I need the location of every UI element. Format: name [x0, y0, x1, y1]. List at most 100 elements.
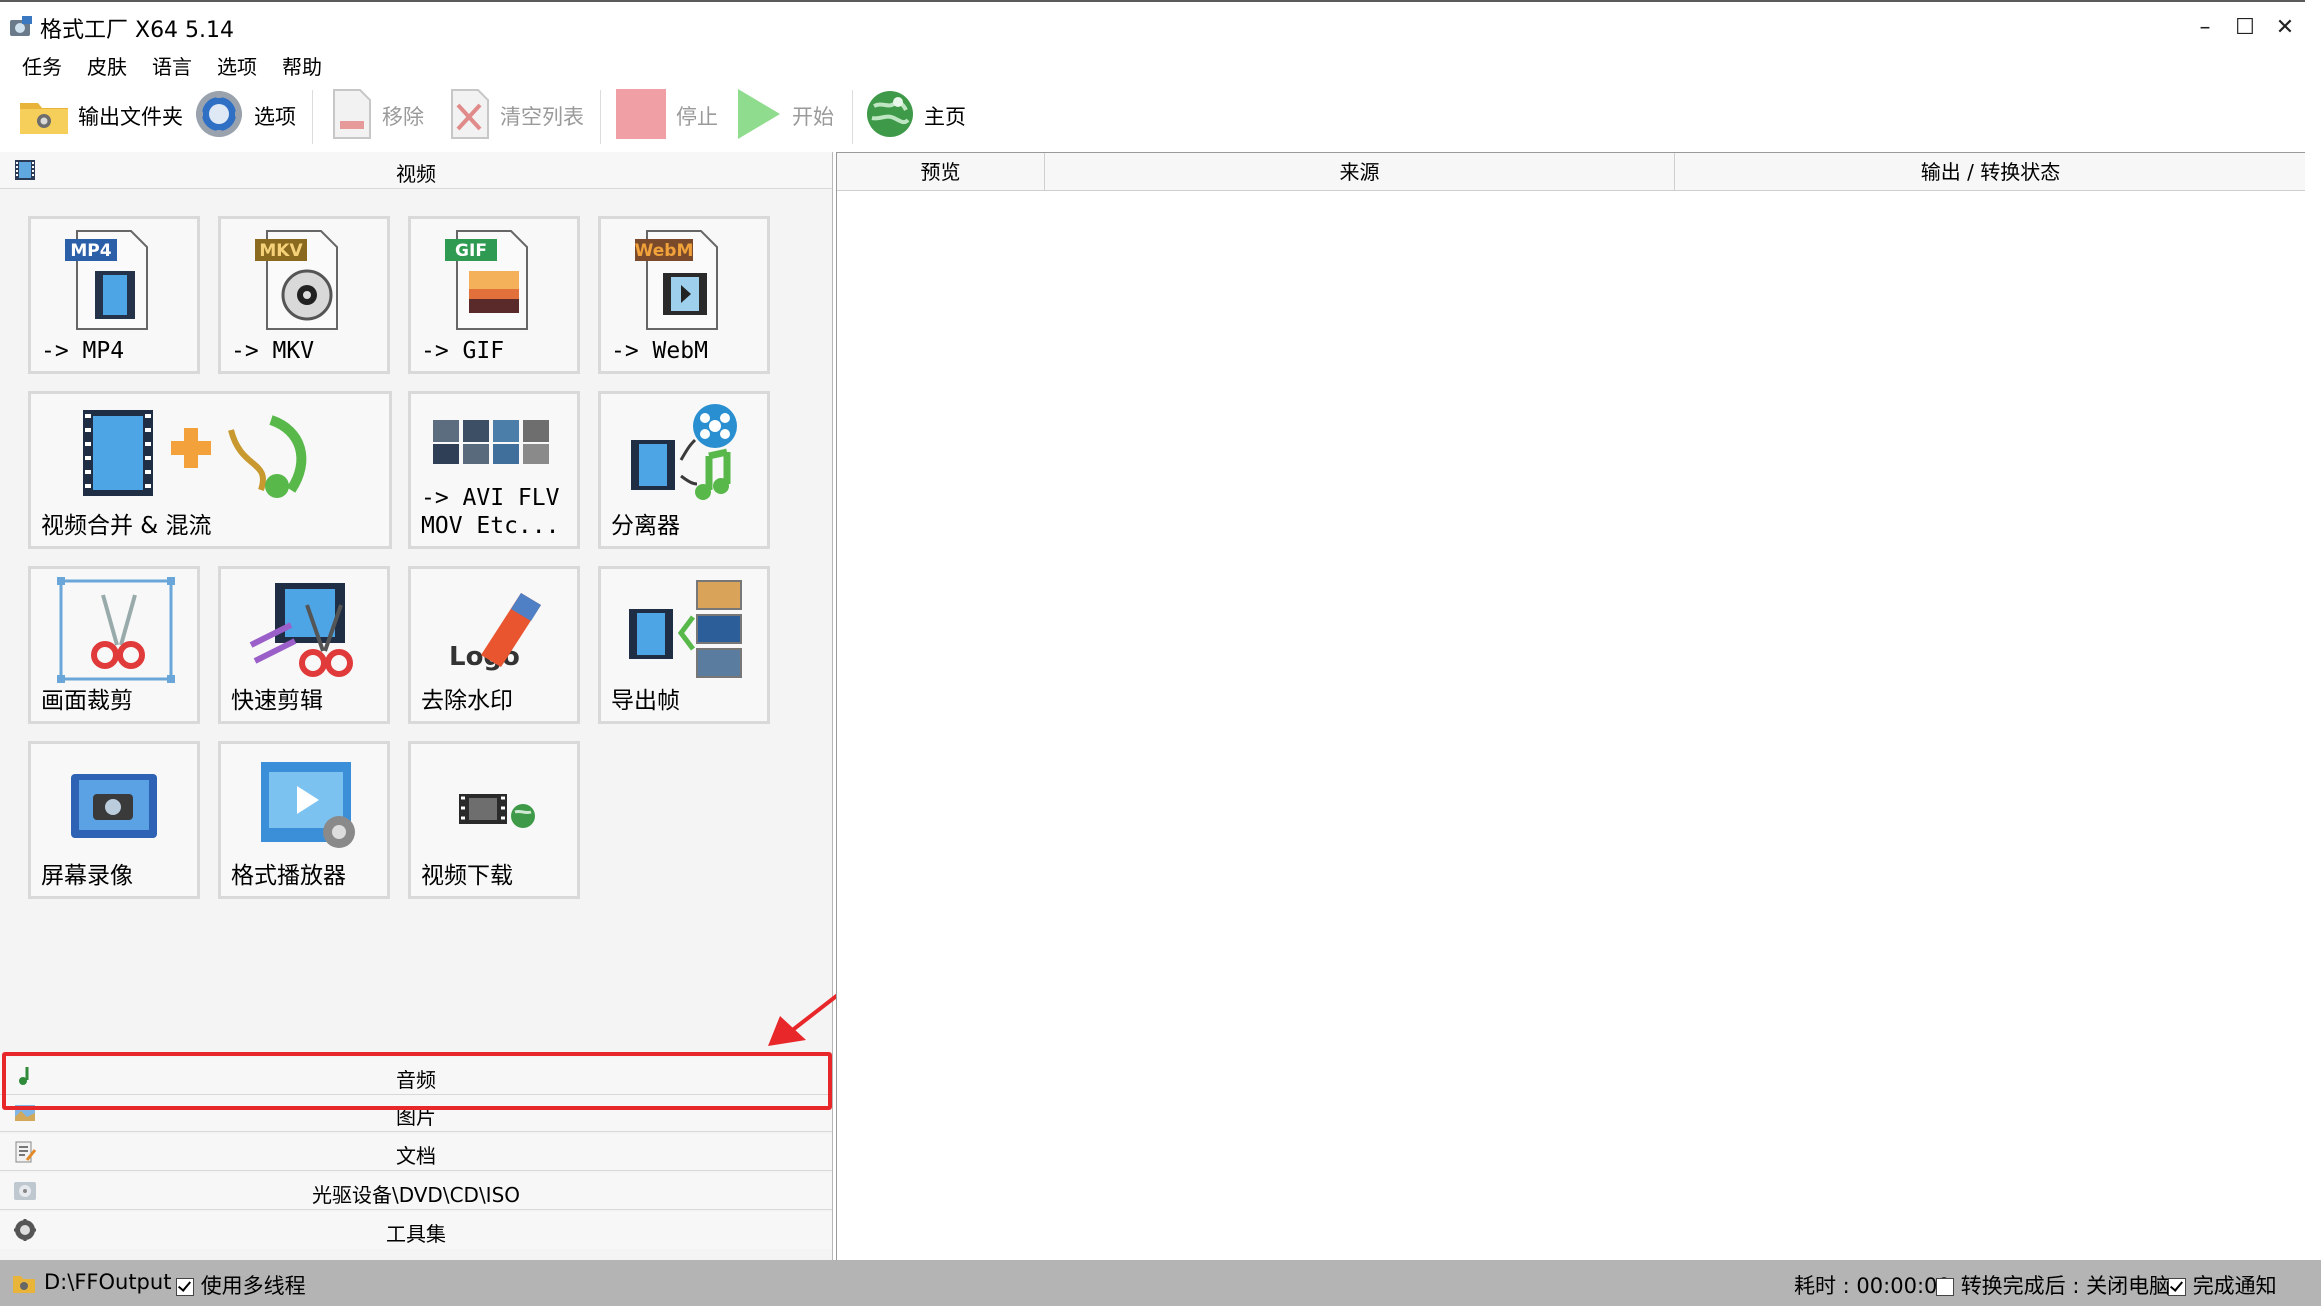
tile-label: 导出帧 [611, 688, 680, 714]
mkv-file-icon: MKV [221, 225, 387, 335]
svg-text:MP4: MP4 [70, 241, 111, 261]
elapsed-time: 耗时 : 00:00:00 [1794, 1274, 1951, 1298]
column-output-status[interactable]: 输出 / 转换状态 [1675, 153, 2306, 191]
tile-quick-clip[interactable]: 快速剪辑 [218, 566, 390, 724]
remove-label: 移除 [382, 105, 424, 129]
category-tools[interactable]: 工具集 [0, 1212, 832, 1249]
checkbox-checked[interactable] [2168, 1278, 2186, 1296]
remove-file-icon [330, 87, 374, 146]
window-title: 格式工厂 X64 5.14 [40, 18, 235, 43]
tile-remove-watermark[interactable]: Logo 去除水印 [408, 566, 580, 724]
menu-task[interactable]: 任务 [22, 52, 62, 82]
column-source[interactable]: 来源 [1045, 153, 1675, 191]
tile-export-frames[interactable]: 导出帧 [598, 566, 770, 724]
checkbox-unchecked[interactable] [1936, 1278, 1954, 1296]
stop-icon [614, 87, 668, 146]
annotation-highlight-box [2, 1052, 832, 1110]
app-icon [8, 14, 34, 40]
tile-screen-record[interactable]: 屏幕录像 [28, 741, 200, 899]
toolbar: 输出文件夹 选项 移除 清空列表 停止 开始 主页 [0, 82, 2321, 150]
category-document[interactable]: 文档 [0, 1134, 832, 1171]
quick-clip-icon [221, 575, 387, 685]
minimize-button[interactable]: – [2185, 12, 2225, 44]
checkbox-checked[interactable] [176, 1278, 194, 1296]
remove-button[interactable]: 移除 [330, 82, 424, 150]
video-download-icon [411, 750, 577, 860]
tile-other-formats[interactable]: -> AVI FLV MOV Etc... [408, 391, 580, 549]
tile-label: 视频下载 [421, 863, 513, 889]
svg-text:GIF: GIF [455, 241, 487, 261]
tile-demuxer[interactable]: 分离器 [598, 391, 770, 549]
tile-to-mkv[interactable]: MKV -> MKV [218, 216, 390, 374]
menu-options[interactable]: 选项 [217, 52, 257, 82]
mp4-file-icon: MP4 [31, 225, 197, 335]
crop-icon [31, 575, 197, 685]
after-convert-label: 转换完成后 : 关闭电脑 [1960, 1274, 2171, 1298]
clear-list-icon [448, 87, 492, 146]
column-preview[interactable]: 预览 [837, 153, 1045, 191]
close-button[interactable]: ✕ [2265, 12, 2305, 44]
tile-to-mp4[interactable]: MP4 -> MP4 [28, 216, 200, 374]
tile-crop[interactable]: 画面裁剪 [28, 566, 200, 724]
remove-watermark-icon: Logo [411, 575, 577, 685]
play-icon [734, 87, 784, 146]
webm-file-icon: WebM [601, 225, 767, 335]
menu-skin[interactable]: 皮肤 [87, 52, 127, 82]
start-label: 开始 [792, 105, 834, 129]
export-frames-icon [601, 575, 767, 685]
task-list-panel[interactable]: 预览 来源 输出 / 转换状态 [836, 152, 2306, 1261]
clear-list-button[interactable]: 清空列表 [448, 82, 584, 150]
toolbar-divider [852, 90, 853, 144]
gif-file-icon: GIF [411, 225, 577, 335]
category-tools-label: 工具集 [386, 1222, 446, 1246]
after-convert-checkbox[interactable]: 转换完成后 : 关闭电脑 [1936, 1270, 2170, 1300]
tile-label: 快速剪辑 [231, 688, 323, 714]
tile-label: -> WebM [611, 338, 708, 364]
menu-language[interactable]: 语言 [152, 52, 192, 82]
tile-merge-mux[interactable]: 视频合并 & 混流 [28, 391, 392, 549]
status-bar: D:\FFOutput 使用多线程 耗时 : 00:00:00 转换完成后 : … [0, 1260, 2321, 1306]
notify-label: 完成通知 [2192, 1274, 2277, 1298]
tile-player[interactable]: 格式播放器 [218, 741, 390, 899]
toolbar-divider [600, 90, 601, 144]
multithread-checkbox[interactable]: 使用多线程 [176, 1270, 306, 1300]
globe-icon [864, 88, 916, 145]
tile-label: -> MKV [231, 338, 315, 364]
folder-icon [18, 91, 70, 142]
tile-label: 分离器 [611, 513, 680, 539]
home-button[interactable]: 主页 [864, 82, 966, 150]
tile-label: 画面裁剪 [41, 688, 133, 714]
tile-label: 屏幕录像 [41, 863, 133, 889]
menu-help[interactable]: 帮助 [282, 52, 322, 82]
category-document-label: 文档 [396, 1144, 436, 1168]
stop-button[interactable]: 停止 [614, 82, 718, 150]
tile-to-webm[interactable]: WebM -> WebM [598, 216, 770, 374]
category-video[interactable]: 视频 [0, 152, 832, 189]
tile-label: -> GIF [421, 338, 505, 364]
tile-label: 视频合并 & 混流 [41, 513, 212, 539]
maximize-button[interactable]: ☐ [2225, 12, 2265, 44]
svg-text:MKV: MKV [259, 241, 303, 261]
tile-video-download[interactable]: 视频下载 [408, 741, 580, 899]
home-label: 主页 [924, 105, 966, 129]
notify-checkbox[interactable]: 完成通知 [2168, 1270, 2277, 1300]
category-optical-label: 光驱设备\DVD\CD\ISO [311, 1183, 521, 1207]
output-folder-icon [12, 1272, 36, 1298]
output-folder-label: 输出文件夹 [78, 105, 183, 129]
tile-label: 去除水印 [421, 688, 513, 714]
toolbar-divider [312, 90, 313, 144]
tile-to-gif[interactable]: GIF -> GIF [408, 216, 580, 374]
window-edge [2305, 0, 2321, 1306]
output-path[interactable]: D:\FFOutput [44, 1270, 171, 1294]
start-button[interactable]: 开始 [734, 82, 834, 150]
player-icon [221, 750, 387, 860]
stop-label: 停止 [676, 105, 718, 129]
tile-label: -> MP4 [41, 338, 125, 364]
svg-text:WebM: WebM [635, 241, 694, 261]
output-folder-button[interactable]: 输出文件夹 [18, 82, 183, 150]
tile-label: -> AVI FLV MOV Etc... [421, 485, 560, 539]
options-button[interactable]: 选项 [192, 82, 296, 150]
title-bar: 格式工厂 X64 5.14 – ☐ ✕ [0, 0, 2321, 52]
category-optical[interactable]: 光驱设备\DVD\CD\ISO [0, 1173, 832, 1210]
multithread-label: 使用多线程 [200, 1274, 306, 1298]
